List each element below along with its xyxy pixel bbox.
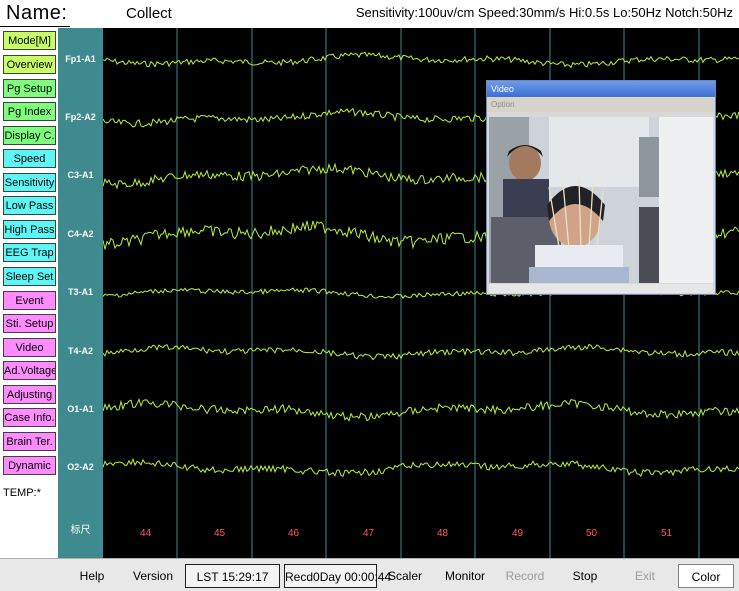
time-tick: 48: [437, 528, 449, 539]
recording-params: Sensitivity:100uv/cm Speed:30mm/s Hi:0.5…: [355, 5, 733, 20]
speed-button[interactable]: Speed: [3, 149, 56, 168]
sleep-set-button[interactable]: Sleep Set: [3, 267, 56, 286]
time-tick: 46: [288, 528, 300, 539]
channel-label[interactable]: O1-A1: [58, 404, 103, 414]
eeg-trace: [103, 398, 739, 422]
name-underline: [0, 26, 70, 27]
dynamic-button[interactable]: Dynamic: [3, 456, 56, 475]
eeg-trace: [103, 457, 739, 478]
channel-label[interactable]: Fp2-A2: [58, 112, 103, 122]
channel-label[interactable]: C3-A1: [58, 170, 103, 180]
overview-button[interactable]: Overview: [3, 55, 56, 74]
channel-label[interactable]: T4-A2: [58, 346, 103, 356]
video-window[interactable]: Video Option: [486, 80, 716, 295]
eeg-trace: [103, 51, 739, 69]
channel-label-column: Fp1-A1 Fp2-A2 C3-A1 C4-A2 T3-A1 T4-A2 O1…: [58, 28, 103, 558]
adjusting-button[interactable]: Adjusting: [3, 385, 56, 404]
time-tick: 45: [214, 528, 226, 539]
lst-time-display: LST 15:29:17: [185, 564, 280, 588]
scale-label: 标尺: [70, 525, 91, 536]
function-panel: Mode[M] Overview Pg Setup Pg Index Displ…: [0, 28, 60, 558]
version-button[interactable]: Version: [124, 564, 182, 588]
brain-ter-button[interactable]: Brain Ter.: [3, 432, 56, 451]
time-tick: 50: [586, 528, 598, 539]
record-button[interactable]: Record: [496, 564, 554, 588]
video-frame: [489, 117, 713, 283]
color-button[interactable]: Color: [678, 564, 734, 588]
channel-label[interactable]: O2-A2: [58, 462, 103, 472]
temp-label: TEMP:*: [3, 487, 41, 499]
event-button[interactable]: Event: [3, 291, 56, 310]
patient-name-label: Name:: [6, 2, 68, 24]
eeg-trap-button[interactable]: EEG Trap: [3, 243, 56, 262]
help-button[interactable]: Help: [62, 564, 122, 588]
eeg-trace: [103, 343, 739, 361]
status-bar: Help Version LST 15:29:17 Recd0Day 00:00…: [0, 558, 739, 591]
channel-label[interactable]: T3-A1: [58, 287, 103, 297]
exit-button[interactable]: Exit: [618, 564, 672, 588]
patient-video-image: [489, 117, 713, 283]
low-pass-button[interactable]: Low Pass: [3, 196, 56, 215]
stop-button[interactable]: Stop: [560, 564, 610, 588]
video-option-menu[interactable]: Option: [487, 98, 715, 112]
page-index-button[interactable]: Pg Index: [3, 102, 56, 121]
channel-label[interactable]: Fp1-A1: [58, 54, 103, 64]
time-tick: 44: [140, 528, 152, 539]
page-setup-button[interactable]: Pg Setup: [3, 79, 56, 98]
record-time-display: Recd0Day 00:00:44: [284, 564, 391, 588]
channel-label[interactable]: C4-A2: [58, 229, 103, 239]
time-tick: 49: [512, 528, 524, 539]
mode-button[interactable]: Mode[M]: [3, 31, 56, 50]
video-window-title[interactable]: Video: [487, 81, 715, 97]
video-button[interactable]: Video: [3, 338, 56, 357]
time-tick: 47: [363, 528, 375, 539]
video-scrollbar[interactable]: [489, 284, 713, 293]
mode-label: Collect: [126, 5, 172, 22]
ad-voltage-button[interactable]: Ad.Voltage: [3, 361, 56, 380]
sti-setup-button[interactable]: Sti. Setup: [3, 314, 56, 333]
time-tick: 51: [661, 528, 673, 539]
high-pass-button[interactable]: High Pass: [3, 220, 56, 239]
sensitivity-button[interactable]: Sensitivity: [3, 173, 56, 192]
scaler-button[interactable]: Scaler: [380, 564, 430, 588]
monitor-button[interactable]: Monitor: [436, 564, 494, 588]
display-button[interactable]: Display C.: [3, 126, 56, 145]
header-bar: Name: Collect Sensitivity:100uv/cm Speed…: [0, 0, 739, 28]
case-info-button[interactable]: Case Info.: [3, 408, 56, 427]
